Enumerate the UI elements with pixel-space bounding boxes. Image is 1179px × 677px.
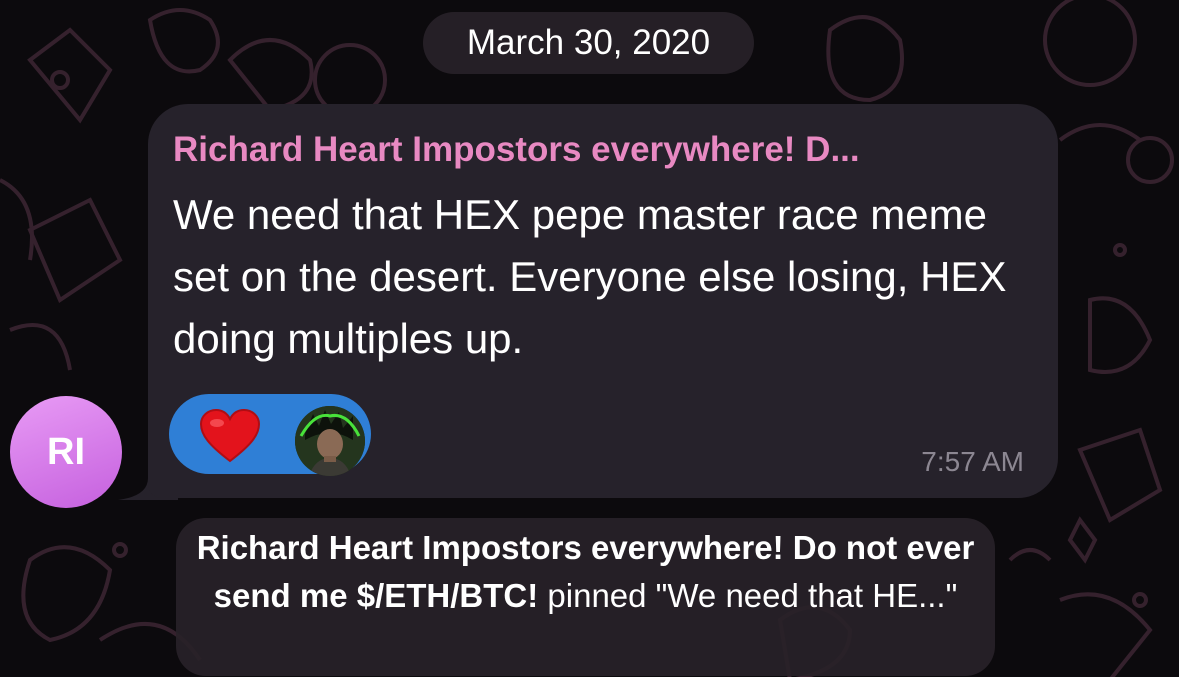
service-action: pinned "We need that HE..." [538,577,958,614]
sender-avatar[interactable]: RI [10,396,122,508]
pinned-service-message[interactable]: Richard Heart Impostors everywhere! Do n… [176,518,995,676]
sender-name[interactable]: Richard Heart Impostors everywhere! D... [173,130,1013,170]
message-bubble[interactable]: Richard Heart Impostors everywhere! D...… [148,104,1058,498]
heart-icon [199,409,261,463]
reaction-pill[interactable] [169,394,371,476]
message-text: We need that HEX pepe master race meme s… [173,191,1007,362]
message-time: 7:57 AM [921,446,1024,477]
date-header: March 30, 2020 [423,12,754,74]
avatar-icon[interactable] [295,406,365,476]
